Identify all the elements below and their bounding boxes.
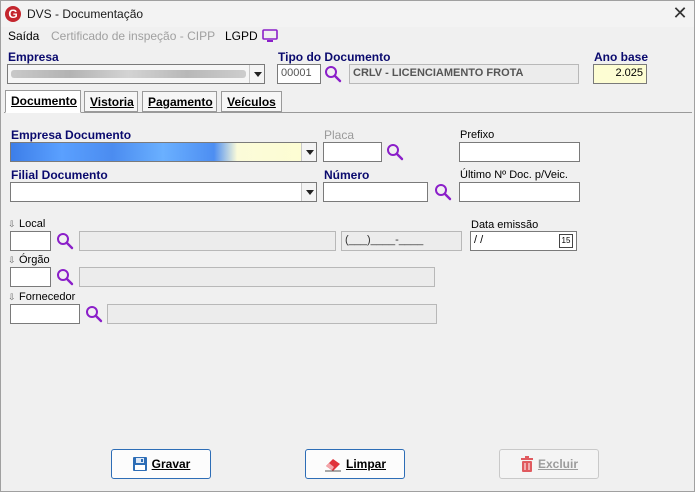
prefixo-field[interactable] — [459, 142, 580, 162]
tab-veiculos[interactable]: Veículos — [221, 91, 282, 112]
local-code-field[interactable] — [10, 231, 51, 251]
fornecedor-code-field[interactable] — [10, 304, 80, 324]
search-icon[interactable] — [56, 268, 74, 286]
empresa-combo[interactable] — [7, 64, 265, 84]
tipo-desc-field: CRLV - LICENCIAMENTO FROTA — [349, 64, 579, 84]
data-emissao-label: Data emissão — [471, 219, 539, 231]
search-icon[interactable] — [324, 65, 342, 83]
search-icon[interactable] — [56, 232, 74, 250]
local-label: Local — [19, 218, 46, 230]
prefixo-label: Prefixo — [460, 129, 495, 141]
dvs-window: G DVS - Documentação ✕ Saída Certificado… — [0, 0, 695, 492]
excluir-button[interactable]: Excluir — [499, 449, 599, 479]
monitor-icon[interactable] — [262, 29, 278, 43]
ultimo-doc-field[interactable] — [459, 182, 580, 202]
filial-documento-combo[interactable] — [10, 182, 317, 202]
menu-lgpd[interactable]: LGPD — [225, 29, 258, 43]
arrow-down-icon: ⇩ — [8, 219, 16, 229]
ultimo-doc-label: Último Nº Doc. p/Veic. — [460, 169, 568, 181]
window-title: DVS - Documentação — [27, 7, 144, 21]
search-icon[interactable] — [85, 305, 103, 323]
fornecedor-desc-field — [107, 304, 437, 324]
app-logo-icon: G — [5, 6, 21, 22]
local-desc-field — [79, 231, 336, 251]
empresa-documento-combo[interactable] — [10, 142, 317, 162]
ano-base-label: Ano base — [594, 50, 649, 64]
floppy-disk-icon — [132, 457, 147, 471]
empresa-value-redacted — [11, 70, 246, 78]
orgao-code-field[interactable] — [10, 267, 51, 287]
placa-field[interactable] — [323, 142, 382, 162]
placa-label: Placa — [324, 128, 355, 142]
chevron-down-icon[interactable] — [301, 183, 316, 201]
chevron-down-icon[interactable] — [249, 65, 264, 83]
arrow-down-icon: ⇩ — [8, 255, 16, 265]
chevron-down-icon[interactable] — [301, 143, 316, 161]
tipo-code-field[interactable]: 00001 — [277, 64, 321, 84]
numero-field[interactable] — [323, 182, 428, 202]
search-icon[interactable] — [386, 143, 404, 161]
tab-vistoria[interactable]: Vistoria — [84, 91, 138, 112]
limpar-button[interactable]: Limpar — [305, 449, 405, 479]
fornecedor-label: Fornecedor — [19, 291, 76, 303]
data-emissao-value: / / — [474, 234, 484, 246]
tab-documento[interactable]: Documento — [5, 90, 81, 113]
search-icon[interactable] — [434, 183, 452, 201]
empresa-documento-value-redacted — [11, 143, 301, 161]
calendar-icon[interactable]: 15 — [559, 234, 573, 248]
orgao-label: Órgão — [19, 254, 50, 266]
arrow-down-icon: ⇩ — [8, 292, 16, 302]
data-emissao-field[interactable]: / / 15 — [470, 231, 577, 251]
local-phone-field: (___)____-____ — [341, 231, 462, 251]
menu-certificado[interactable]: Certificado de inspeção - CIPP — [51, 29, 215, 43]
filial-documento-label: Filial Documento — [11, 168, 108, 182]
menu-saida[interactable]: Saída — [8, 29, 39, 43]
eraser-icon — [324, 459, 341, 472]
tipo-documento-label: Tipo do Documento — [278, 50, 391, 64]
gravar-button[interactable]: Gravar — [111, 449, 211, 479]
tab-pagamento[interactable]: Pagamento — [142, 91, 217, 112]
trash-icon — [520, 456, 533, 472]
close-icon[interactable]: ✕ — [669, 3, 691, 25]
orgao-desc-field — [79, 267, 435, 287]
numero-label: Número — [324, 168, 370, 182]
ano-base-field[interactable]: 2.025 — [593, 64, 647, 84]
empresa-label: Empresa — [8, 50, 59, 64]
empresa-documento-label: Empresa Documento — [11, 128, 132, 142]
